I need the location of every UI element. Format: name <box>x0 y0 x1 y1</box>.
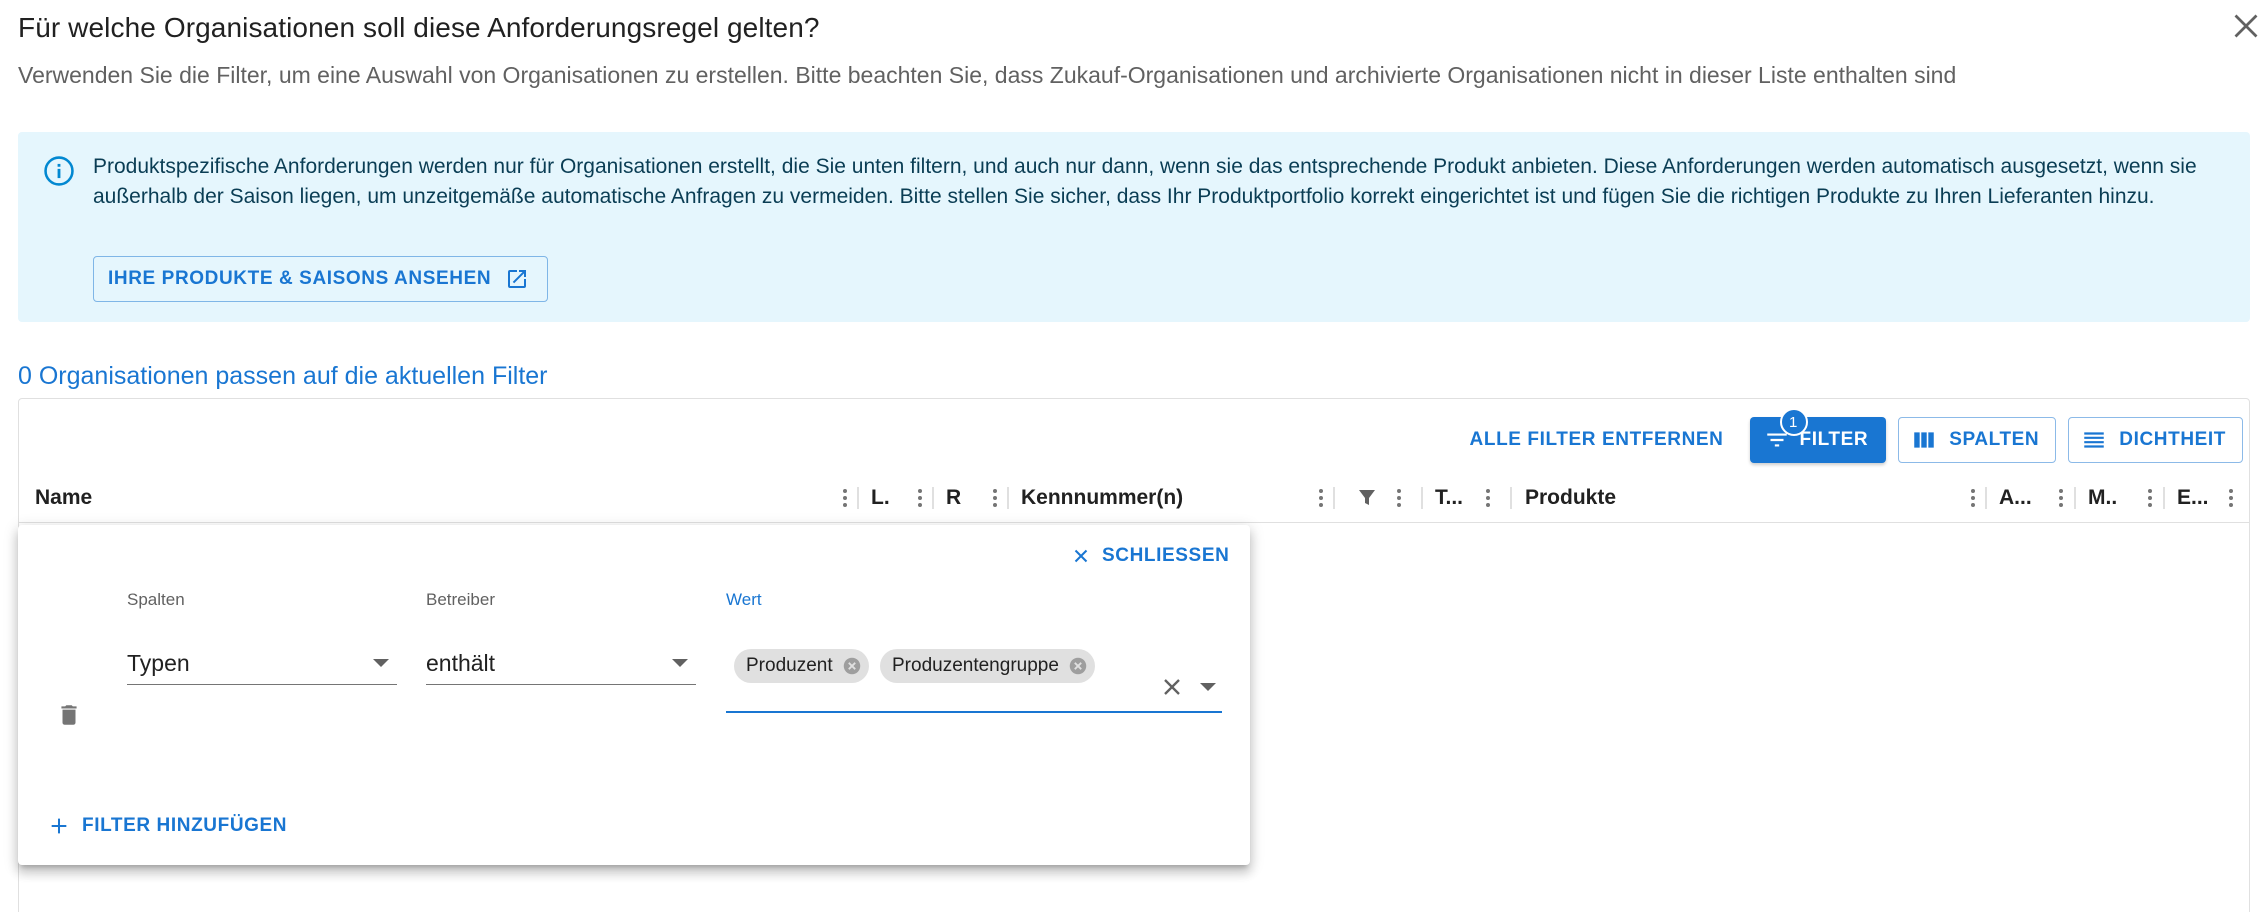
column-menu-icon[interactable] <box>2049 486 2073 510</box>
close-icon <box>1074 549 1088 563</box>
column-header-row: Name L. R Kennnummer(n) T... Produkte A.… <box>19 473 2249 523</box>
column-select-value: Typen <box>127 650 190 676</box>
column-header-a[interactable]: A... <box>1999 473 2032 523</box>
column-header-products[interactable]: Produkte <box>1525 473 1616 523</box>
column-header-m[interactable]: M.. <box>2088 473 2117 523</box>
cancel-icon[interactable] <box>841 655 863 677</box>
column-header-r[interactable]: R <box>946 473 961 523</box>
filter-button-label: FILTER <box>1799 429 1869 450</box>
filter-active-icon[interactable] <box>1355 486 1379 510</box>
column-menu-icon[interactable] <box>1387 486 1411 510</box>
view-products-button[interactable]: IHRE PRODUKTE & SAISONS ANSEHEN <box>93 256 549 302</box>
close-filter-panel-button[interactable]: SCHLIESSEN <box>1070 545 1229 567</box>
add-filter-label: FILTER HINZUFÜGEN <box>82 815 288 836</box>
chevron-down-icon[interactable] <box>1200 683 1216 691</box>
info-alert: Produktspezifische Anforderungen werden … <box>18 132 2250 322</box>
column-header-name[interactable]: Name <box>35 473 92 523</box>
filter-panel: SCHLIESSEN Spalten Betreiber Wert Typen … <box>18 525 1250 865</box>
column-menu-icon[interactable] <box>2219 486 2243 510</box>
clear-filters-button[interactable]: ALLE FILTER ENTFERNEN <box>1456 417 1738 463</box>
close-icon[interactable] <box>2228 8 2264 44</box>
operator-label: Betreiber <box>426 590 495 609</box>
column-header-t[interactable]: T... <box>1435 473 1463 523</box>
view-products-label: IHRE PRODUKTE & SAISONS ANSEHEN <box>108 268 492 289</box>
chip-label: Produzent <box>746 655 833 676</box>
density-button[interactable]: DICHTHEIT <box>2068 417 2243 463</box>
clear-icon[interactable] <box>1158 673 1186 701</box>
value-label: Wert <box>726 590 762 609</box>
grid-toolbar: ALLE FILTER ENTFERNEN 1 FILTER SPALTEN D… <box>1456 408 2243 463</box>
operator-select[interactable]: enthält <box>426 643 696 685</box>
info-icon <box>44 156 74 186</box>
filter-button[interactable]: 1 FILTER <box>1749 408 1887 463</box>
chip-label: Produzentengruppe <box>892 655 1059 676</box>
column-menu-icon[interactable] <box>833 486 857 510</box>
add-filter-button[interactable]: FILTER HINZUFÜGEN <box>48 815 287 837</box>
value-chip[interactable]: Produzent <box>734 649 869 683</box>
chevron-down-icon <box>373 659 389 667</box>
column-menu-icon[interactable] <box>2138 486 2162 510</box>
close-filter-label: SCHLIESSEN <box>1102 545 1230 566</box>
columns-button-label: SPALTEN <box>1949 429 2040 450</box>
chevron-down-icon <box>672 659 688 667</box>
value-autocomplete[interactable]: Produzent Produzentengruppe <box>726 643 1222 713</box>
column-header-e[interactable]: E... <box>2177 473 2209 523</box>
density-button-label: DICHTHEIT <box>2119 429 2226 450</box>
columns-label: Spalten <box>127 590 185 609</box>
column-header-l[interactable]: L. <box>871 473 890 523</box>
value-chip[interactable]: Produzentengruppe <box>880 649 1095 683</box>
open-in-new-icon <box>508 270 527 288</box>
column-menu-icon[interactable] <box>1476 486 1500 510</box>
cancel-icon[interactable] <box>1067 655 1089 677</box>
dialog-subtitle: Verwenden Sie die Filter, um eine Auswah… <box>18 62 1957 88</box>
column-header-ids[interactable]: Kennnummer(n) <box>1021 473 1183 523</box>
add-icon <box>51 818 67 834</box>
filter-count-badge: 1 <box>1779 408 1808 436</box>
match-count: 0 Organisationen passen auf die aktuelle… <box>18 362 548 390</box>
column-menu-icon[interactable] <box>1961 486 1985 510</box>
info-text: Produktspezifische Anforderungen werden … <box>93 155 2197 208</box>
view-column-icon <box>1914 432 1934 448</box>
delete-icon[interactable] <box>56 700 82 730</box>
column-menu-icon[interactable] <box>1309 486 1333 510</box>
operator-select-value: enthält <box>426 650 496 676</box>
columns-button[interactable]: SPALTEN <box>1898 417 2057 463</box>
dialog-title: Für welche Organisationen soll diese Anf… <box>18 12 820 43</box>
column-select[interactable]: Typen <box>127 643 397 685</box>
column-menu-icon[interactable] <box>983 486 1007 510</box>
column-menu-icon[interactable] <box>908 486 932 510</box>
density-icon <box>2084 432 2105 448</box>
